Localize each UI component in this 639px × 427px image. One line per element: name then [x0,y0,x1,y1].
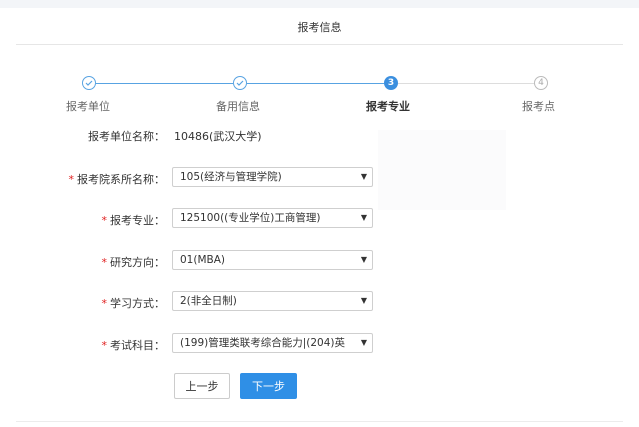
major-label: 报考专业： [110,214,165,227]
direction-label: 研究方向： [110,256,165,269]
page-title: 报考信息 [297,21,342,34]
major-select[interactable]: 125100((专业学位)工商管理) ▼ [172,208,373,228]
required-mark: * [101,297,108,310]
step-2-check-icon [233,76,247,90]
chevron-down-icon: ▼ [360,213,367,222]
unit-value: 10486(武汉大学) [174,130,262,143]
required-mark: * [101,256,108,269]
step-4-label: 报考点 [522,100,555,113]
chevron-down-icon: ▼ [360,338,367,347]
step-1-label: 报考单位 [66,100,110,113]
required-mark: * [101,339,108,352]
blank-panel [378,130,506,210]
next-step-button[interactable]: 下一步 [240,373,297,399]
step-2-label: 备用信息 [216,100,260,113]
bottom-divider [16,421,623,422]
chevron-down-icon: ▼ [360,172,367,181]
required-mark: * [101,214,108,227]
step-3-number: 3 [384,76,398,90]
department-label: 报考院系所名称： [77,173,165,186]
step-3-label: 报考专业 [366,100,410,113]
major-select-value: 125100((专业学位)工商管理) [180,212,321,224]
unit-label: 报考单位名称： [88,130,165,143]
study-mode-select-value: 2(非全日制) [180,295,237,307]
step-4-number: 4 [534,76,548,90]
step-connector-2 [247,83,384,84]
direction-select-value: 01(MBA) [180,254,225,266]
title-divider [16,44,623,45]
subjects-label-row: * 考试科目： [102,337,166,353]
subjects-select-value: (199)管理类联考综合能力|(204)英 [180,337,346,349]
step-1-check-icon [82,76,96,90]
direction-select[interactable]: 01(MBA) ▼ [172,250,373,270]
study-mode-select[interactable]: 2(非全日制) ▼ [172,291,373,311]
department-select[interactable]: 105(经济与管理学院) ▼ [172,167,373,187]
top-strip [0,0,639,8]
major-label-row: * 报考专业： [102,212,166,228]
subjects-select[interactable]: (199)管理类联考综合能力|(204)英 ▼ [172,333,373,353]
study-mode-label-row: * 学习方式： [102,295,166,311]
subjects-label: 考试科目： [110,339,165,352]
step-connector-1 [96,83,233,84]
required-mark: * [68,173,75,186]
chevron-down-icon: ▼ [360,255,367,264]
chevron-down-icon: ▼ [360,296,367,305]
department-select-value: 105(经济与管理学院) [180,171,282,183]
prev-step-button[interactable]: 上一步 [174,373,230,399]
department-label-row: * 报考院系所名称： [69,171,166,187]
study-mode-label: 学习方式： [110,297,165,310]
direction-label-row: * 研究方向： [102,254,166,270]
step-connector-3 [398,83,534,84]
